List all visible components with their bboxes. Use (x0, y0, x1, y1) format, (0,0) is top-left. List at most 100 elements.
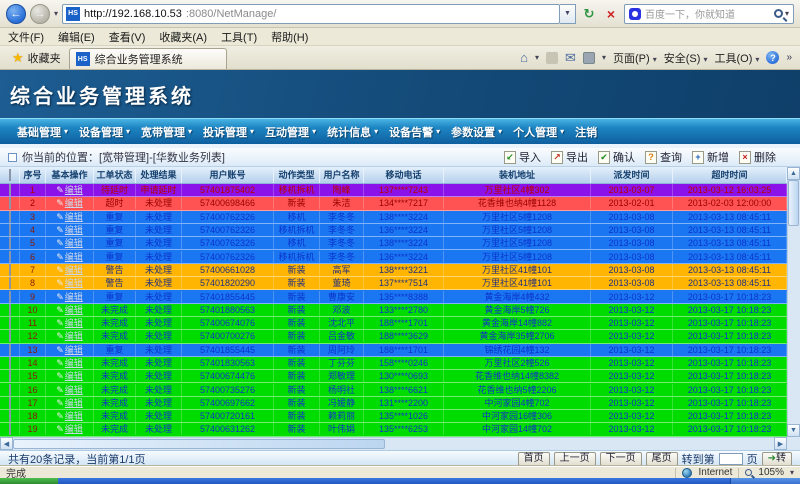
home-icon[interactable]: ⌂ (520, 50, 528, 65)
menu-item[interactable]: 文件(F) (8, 29, 44, 45)
row-checkbox[interactable] (9, 264, 11, 276)
row-checkbox[interactable] (9, 237, 11, 249)
删除-button[interactable]: ×删除 (739, 149, 776, 165)
nav-item-投诉管理[interactable]: 投诉管理▾ (203, 124, 254, 140)
row-checkbox[interactable] (9, 397, 11, 409)
table-row[interactable]: 16✎编辑未完成未处理57400735276新装杨明社138****6621花香… (0, 383, 787, 396)
确认-button[interactable]: ✔确认 (598, 149, 635, 165)
page-button-上一页[interactable]: 上一页 (554, 452, 596, 466)
goto-button[interactable]: ➜转 (762, 452, 792, 466)
edit-link[interactable]: ✎编辑 (46, 197, 94, 209)
url-dropdown-icon[interactable]: ▼ (560, 4, 576, 24)
url-field[interactable]: HS http://192.168.10.53 :8080/NetManage/ (62, 4, 560, 24)
column-header[interactable]: 用户名称 (320, 167, 364, 183)
column-header[interactable]: 装机地址 (444, 167, 591, 183)
row-checkbox[interactable] (9, 423, 11, 435)
menu-item[interactable]: 帮助(H) (271, 29, 308, 45)
vscroll-thumb[interactable] (788, 180, 799, 226)
menu-item[interactable]: 查看(V) (109, 29, 146, 45)
mail-icon[interactable]: ✉ (565, 50, 576, 66)
edit-link[interactable]: ✎编辑 (46, 344, 94, 356)
row-checkbox[interactable] (9, 344, 11, 356)
table-row[interactable]: 2✎编辑超时未处理57400698466新装朱洁134****7217花香维也纳… (0, 197, 787, 210)
horizontal-scrollbar[interactable]: ◀ ▶ (0, 437, 787, 450)
column-header[interactable]: 处理结果 (136, 167, 182, 183)
back-button[interactable]: ← (6, 4, 26, 24)
select-all-checkbox[interactable] (9, 169, 11, 181)
goto-page-input[interactable] (719, 453, 743, 465)
导入-button[interactable]: ↙导入 (504, 149, 541, 165)
nav-item-设备管理[interactable]: 设备管理▾ (79, 124, 130, 140)
vertical-scrollbar[interactable]: ▲ ▼ (787, 167, 800, 437)
table-row[interactable]: 3✎编辑重复未处理57400762326移机李冬冬138****3224万里社区… (0, 211, 787, 224)
refresh-icon[interactable]: ↻ (580, 5, 598, 23)
table-row[interactable]: 19✎编辑未完成未处理57400631262新装叶伟娟135****6253中河… (0, 423, 787, 436)
stop-icon[interactable]: × (602, 5, 620, 23)
table-row[interactable]: 10✎编辑未完成未处理57401880563新装邓波133****2780黄金海… (0, 304, 787, 317)
table-row[interactable]: 8✎编辑警告未处理57401820290新装董琦137****7514万里社区4… (0, 277, 787, 290)
edit-link[interactable]: ✎编辑 (46, 237, 94, 249)
edit-link[interactable]: ✎编辑 (46, 330, 94, 342)
row-checkbox[interactable] (9, 330, 11, 342)
column-header[interactable]: 派发时间 (591, 167, 673, 183)
history-dropdown-icon[interactable]: ▾ (54, 9, 58, 18)
row-checkbox[interactable] (9, 251, 11, 263)
scroll-left-icon[interactable]: ◀ (0, 437, 13, 450)
查询-button[interactable]: ?查询 (645, 149, 682, 165)
edit-link[interactable]: ✎编辑 (46, 410, 94, 422)
table-row[interactable]: 11✎编辑未完成未处理57400674076新装沈北平188****1701黄金… (0, 317, 787, 330)
table-row[interactable]: 7✎编辑警告未处理57400661028新装高军138****3221万里社区4… (0, 264, 787, 277)
nav-item-参数设置[interactable]: 参数设置▾ (451, 124, 502, 140)
nav-item-注销[interactable]: 注销 (575, 124, 597, 140)
nav-item-互动管理[interactable]: 互动管理▾ (265, 124, 316, 140)
table-row[interactable]: 12✎编辑未完成未处理57400700276新装吕金敏188****3629黄金… (0, 330, 787, 343)
edit-link[interactable]: ✎编辑 (46, 397, 94, 409)
row-checkbox[interactable] (9, 357, 11, 369)
row-checkbox[interactable] (9, 304, 11, 316)
table-row[interactable]: 5✎编辑重复未处理57400762326移机李冬冬138****3224万里社区… (0, 237, 787, 250)
row-checkbox[interactable] (9, 291, 11, 303)
hscroll-thumb[interactable] (13, 439, 385, 449)
column-header[interactable]: 移动电话 (364, 167, 444, 183)
help-icon[interactable]: ? (766, 51, 779, 64)
edit-link[interactable]: ✎编辑 (46, 357, 94, 369)
favorites-button[interactable]: ★ 收藏夹 (4, 46, 69, 69)
edit-link[interactable]: ✎编辑 (46, 370, 94, 382)
search-icon[interactable] (774, 9, 783, 18)
menu-item[interactable]: 编辑(E) (58, 29, 95, 45)
table-row[interactable]: 4✎编辑重复未处理57400762326移机拆机李冬冬136****3224万里… (0, 224, 787, 237)
search-input[interactable]: 百度一下，你就知道 ▾ (624, 4, 794, 24)
table-row[interactable]: 13✎编辑重复未处理57401855445新装周阿玲188****1701锦绣花… (0, 344, 787, 357)
forward-button[interactable]: → (30, 4, 50, 24)
edit-link[interactable]: ✎编辑 (46, 384, 94, 396)
table-row[interactable]: 14✎编辑未完成未处理57401830563新装丁芬芬158****0246万里… (0, 357, 787, 370)
page-button-首页[interactable]: 首页 (518, 452, 550, 466)
table-row[interactable]: 9✎编辑重复未处理57401855445新装曹康安135****8388黄金海岸… (0, 290, 787, 303)
nav-item-统计信息[interactable]: 统计信息▾ (327, 124, 378, 140)
nav-item-个人管理[interactable]: 个人管理▾ (513, 124, 564, 140)
nav-item-基础管理[interactable]: 基础管理▾ (17, 124, 68, 140)
menu-item[interactable]: 工具(T) (221, 29, 257, 45)
row-checkbox[interactable] (9, 384, 11, 396)
row-checkbox[interactable] (9, 197, 11, 209)
edit-link[interactable]: ✎编辑 (46, 304, 94, 316)
edit-link[interactable]: ✎编辑 (46, 184, 94, 196)
nav-item-设备告警[interactable]: 设备告警▾ (389, 124, 440, 140)
page-button-尾页[interactable]: 尾页 (646, 452, 678, 466)
row-checkbox[interactable] (9, 184, 11, 196)
print-icon[interactable] (583, 52, 595, 64)
command-button[interactable]: 页面(P) ▾ (613, 50, 657, 66)
column-header[interactable]: 基本操作 (46, 167, 94, 183)
nav-item-宽带管理[interactable]: 宽带管理▾ (141, 124, 192, 140)
page-button-下一页[interactable]: 下一页 (600, 452, 642, 466)
search-options-icon[interactable]: ▾ (785, 9, 789, 18)
zoom-dropdown-icon[interactable]: ▾ (790, 468, 794, 477)
table-row[interactable]: 1✎编辑待延时申请延时57401875402移机拆机陶峰137****7243万… (0, 184, 787, 197)
table-row[interactable]: 15✎编辑未完成未处理57400674476新装郑敏理130****0693花香… (0, 370, 787, 383)
column-header[interactable]: 序号 (20, 167, 46, 183)
overflow-chevron-icon[interactable]: » (786, 52, 792, 63)
scroll-right-icon[interactable]: ▶ (774, 437, 787, 450)
column-header[interactable]: 工单状态 (94, 167, 136, 183)
menu-item[interactable]: 收藏夹(A) (159, 29, 207, 45)
edit-link[interactable]: ✎编辑 (46, 423, 94, 435)
